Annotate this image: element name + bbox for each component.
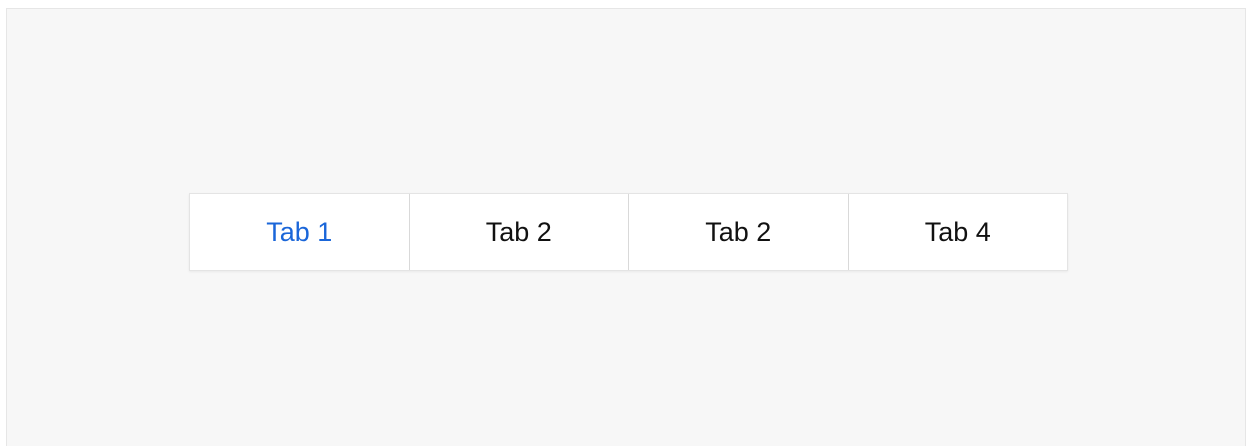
tab-bar: Tab 1 Tab 2 Tab 2 Tab 4 xyxy=(189,193,1068,271)
canvas: Tab 1 Tab 2 Tab 2 Tab 4 xyxy=(6,8,1246,446)
tab-3[interactable]: Tab 2 xyxy=(629,194,849,270)
tab-4[interactable]: Tab 4 xyxy=(849,194,1068,270)
tab-2[interactable]: Tab 2 xyxy=(410,194,629,270)
tab-1[interactable]: Tab 1 xyxy=(190,194,410,270)
